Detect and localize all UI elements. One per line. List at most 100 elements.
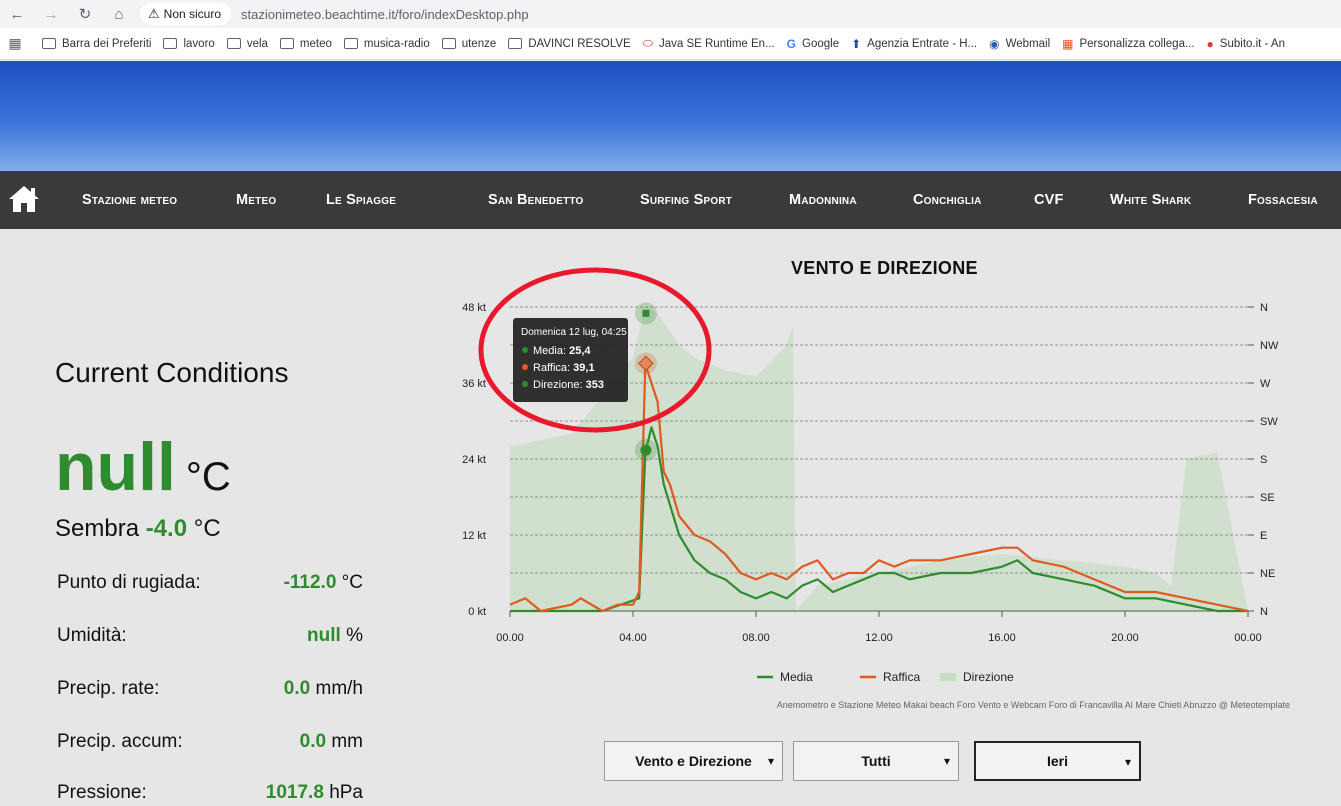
nav-madonnina[interactable]: Madonnina [789, 171, 857, 229]
webmail-icon: ◉ [989, 36, 1000, 51]
x-tick-label: 00.00 [496, 632, 524, 644]
direction-tick-label: E [1260, 530, 1267, 542]
tooltip-item: Direzione: 353 [533, 379, 604, 391]
x-tick-label: 12.00 [865, 632, 893, 644]
nav-le-spiagge[interactable]: Le Spiagge [326, 171, 396, 229]
legend-item: Media [780, 670, 813, 684]
apps-grid-icon[interactable]: ▦ [0, 35, 30, 52]
x-tick-label: 00.00 [1234, 632, 1262, 644]
bookmark-item[interactable]: musica-radio [343, 38, 430, 50]
x-tick-label: 04.00 [619, 632, 647, 644]
tooltip-title: Domenica 12 lug, 04:25 [521, 327, 627, 338]
temperature-unit: °C [185, 455, 231, 499]
header-banner [0, 61, 1341, 171]
nav-cvf[interactable]: CVF [1034, 171, 1064, 229]
tooltip-dot [522, 381, 528, 387]
folder-icon [226, 38, 241, 49]
nav-white-shark[interactable]: White Shark [1110, 171, 1191, 229]
x-tick-label: 20.00 [1111, 632, 1139, 644]
direction-tick-label: W [1260, 378, 1271, 390]
y-tick-label: 0 kt [468, 606, 486, 618]
condition-row-humidity: Umidità: null % [57, 625, 363, 646]
tooltip-item: Raffica: 39,1 [533, 362, 595, 374]
tooltip-item-label: Direzione: [533, 379, 586, 391]
bookmark-item[interactable]: vela [226, 38, 268, 50]
nav-conchiglia[interactable]: Conchiglia [913, 171, 982, 229]
nav-surfing-sport[interactable]: Surfing Sport [640, 171, 732, 229]
direction-tick-label: N [1260, 606, 1268, 618]
y-tick-label: 48 kt [462, 302, 486, 314]
folder-icon [441, 38, 456, 49]
subito-icon: ● [1206, 36, 1214, 51]
y-tick-label: 36 kt [462, 378, 486, 390]
bookmark-item[interactable]: utenze [441, 38, 496, 50]
direction-tick-label: NW [1260, 340, 1279, 352]
temperature-value: null [55, 429, 176, 505]
legend-item: Raffica [883, 670, 920, 684]
series-filter-select[interactable]: Tutti ▾ [793, 741, 959, 781]
condition-row-precip-accum: Precip. accum: 0.0 mm [57, 731, 363, 752]
site-navigation: Stazione meteo Meteo Le Spiagge San Bene… [0, 171, 1341, 229]
bookmark-item[interactable]: lavoro [163, 38, 215, 50]
nav-san-benedetto[interactable]: San Benedetto [488, 171, 583, 229]
microsoft-icon: ▦ [1062, 36, 1074, 51]
tooltip-item-value: 353 [586, 379, 604, 391]
feels-like-value: -4.0 [145, 515, 188, 542]
url-text[interactable]: stazionimeteo.beachtime.it/foro/indexDes… [241, 7, 529, 22]
bookmark-item[interactable]: Barra dei Preferiti [42, 38, 151, 50]
folder-icon [42, 38, 56, 49]
y-tick-label: 24 kt [462, 454, 486, 466]
home-browser-icon[interactable]: ⌂ [102, 0, 136, 28]
folder-icon [343, 38, 358, 49]
tooltip-item-label: Media: [533, 345, 569, 357]
chart-credits[interactable]: Anemometro e Stazione Meteo Makai beach … [777, 700, 1290, 710]
address-bar[interactable]: ⚠ Non sicuro stazionimeteo.beachtime.it/… [140, 2, 529, 26]
tooltip-dot [522, 364, 528, 370]
nav-stazione-meteo[interactable]: Stazione meteo [82, 171, 177, 229]
y-tick-label: 12 kt [462, 530, 486, 542]
bookmark-item[interactable]: ● Subito.it - An [1207, 37, 1285, 51]
bookmark-item[interactable]: ◉ Webmail [989, 37, 1050, 51]
bookmark-item[interactable]: meteo [279, 38, 332, 50]
bookmark-item[interactable]: ▦ Personalizza collega... [1062, 37, 1194, 51]
bookmark-item[interactable]: DAVINCI RESOLVE [508, 38, 631, 50]
direction-tick-label: NE [1260, 568, 1275, 580]
media-hover-point [640, 444, 652, 456]
folder-icon [163, 38, 178, 49]
bookmark-item[interactable]: ⬭ Java SE Runtime En... [643, 36, 775, 51]
bookmark-item[interactable]: G Google [787, 37, 839, 51]
home-icon[interactable] [6, 181, 42, 217]
security-indicator[interactable]: ⚠ Non sicuro [140, 3, 232, 25]
legend-item: Direzione [963, 670, 1014, 684]
tooltip-item-value: 39,1 [573, 362, 594, 374]
x-tick-label: 16.00 [988, 632, 1016, 644]
condition-row-precip-rate: Precip. rate: 0.0 mm/h [57, 678, 363, 699]
current-conditions-title: Current Conditions [55, 357, 289, 388]
direction-tick-label: S [1260, 454, 1267, 466]
feels-like-label: Sembra [55, 515, 140, 542]
condition-row-dewpoint: Punto di rugiada: -112.0 °C [57, 572, 363, 593]
reload-icon[interactable]: ↻ [68, 0, 102, 28]
condition-row-pressure: Pressione: 1017.8 hPa [57, 782, 363, 803]
wind-chart: VENTO E DIREZIONE N NE E SE S SW W NW N 0 kt 12 kt… [440, 250, 1320, 720]
wind-chart-svg[interactable]: N NE E SE S SW W NW N 0 kt 12 kt 24 kt 36 kt 48 kt 00.… [440, 250, 1320, 700]
tooltip-item: Media: 25,4 [533, 345, 591, 357]
folder-icon [508, 38, 523, 49]
chevron-down-icon: ▾ [943, 754, 950, 768]
chart-type-select[interactable]: Vento e Direzione ▾ [604, 741, 783, 781]
agenzia-icon: ⬆ [851, 36, 862, 51]
chevron-down-icon: ▾ [1124, 755, 1131, 769]
warning-icon: ⚠ [148, 6, 160, 21]
java-icon: ⬭ [642, 36, 653, 50]
nav-fossacesia[interactable]: Fossacesia [1248, 171, 1318, 229]
browser-toolbar: ← → ↻ ⌂ ⚠ Non sicuro stazionimeteo.beach… [0, 0, 1341, 28]
folder-icon [279, 38, 294, 49]
chevron-down-icon: ▾ [767, 754, 774, 768]
nav-meteo[interactable]: Meteo [236, 171, 276, 229]
period-select[interactable]: Ieri ▾ [974, 741, 1141, 781]
back-arrow-icon[interactable]: ← [0, 0, 34, 28]
forward-arrow-icon[interactable]: → [34, 0, 68, 28]
bookmarks-bar: ▦ Barra dei Preferiti lavoro vela meteo … [0, 28, 1341, 60]
tooltip-item-value: 25,4 [569, 345, 591, 357]
bookmark-item[interactable]: ⬆ Agenzia Entrate - H... [851, 37, 977, 51]
